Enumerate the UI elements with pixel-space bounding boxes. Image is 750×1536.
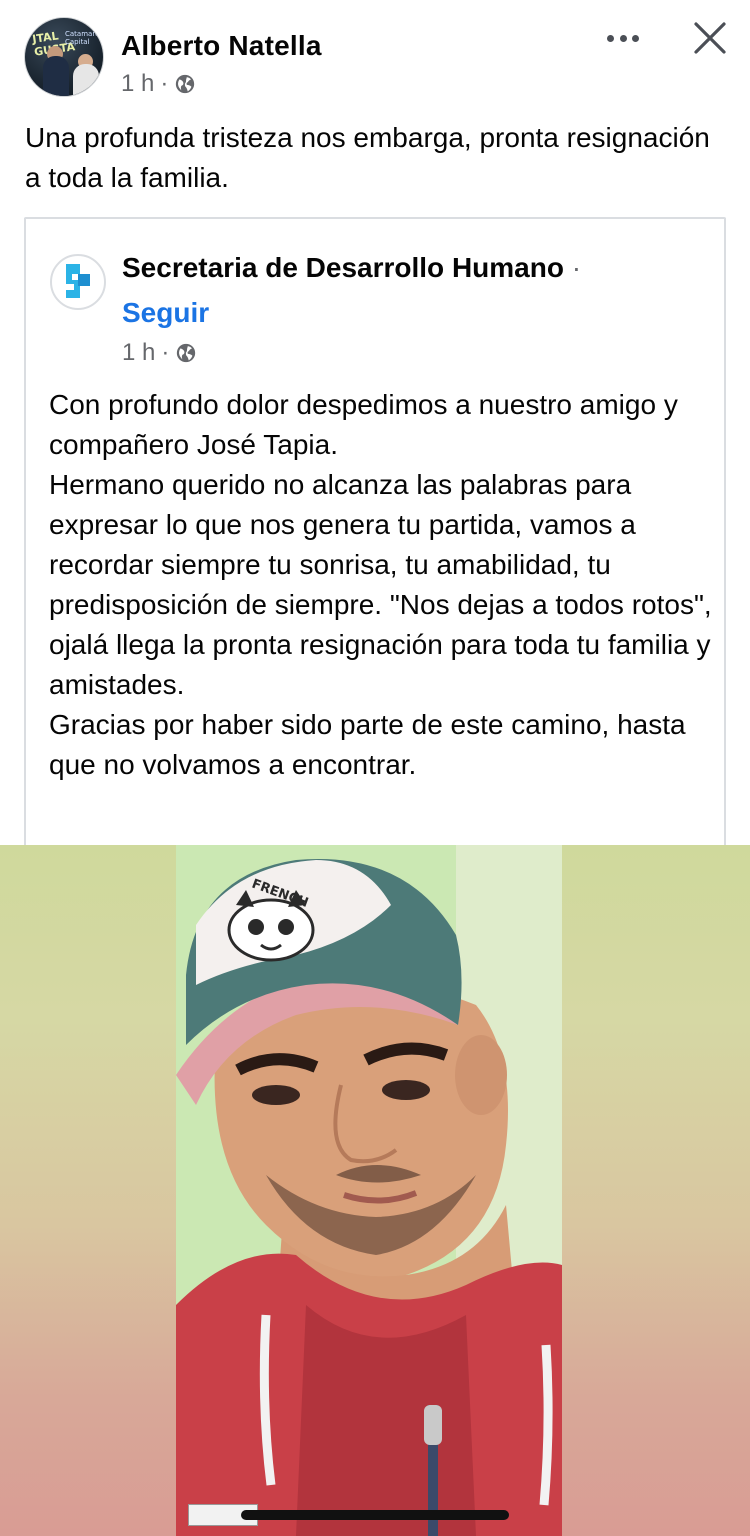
page-name[interactable]: Secretaria de Desarrollo Humano · (122, 252, 581, 284)
shared-post-text: Con profundo dolor despedimos a nuestro … (49, 389, 712, 780)
page-logo-icon (66, 264, 90, 298)
man-portrait-image: FRENCH (176, 845, 562, 1536)
post-time[interactable]: 1 h (121, 70, 154, 98)
author-avatar[interactable]: JTAL GUSTA Catamarca Capital (24, 17, 104, 97)
shared-post-time[interactable]: 1 h (122, 339, 155, 367)
follow-button[interactable]: Seguir (122, 297, 209, 329)
globe-icon (176, 74, 195, 94)
post-text: Una profunda tristeza nos embarga, pront… (25, 122, 710, 193)
page-logo[interactable] (50, 254, 106, 310)
post-meta: 1 h · (121, 70, 196, 98)
globe-icon (177, 343, 196, 363)
portrait-photo: FRENCH (176, 845, 562, 1536)
shared-meta-separator: · (161, 339, 170, 366)
meta-separator: · (160, 70, 169, 97)
close-icon[interactable] (690, 18, 730, 58)
page-name-label: Secretaria de Desarrollo Humano (122, 252, 564, 283)
post-header: JTAL GUSTA Catamarca Capital Alberto Nat… (0, 0, 750, 110)
post-photo[interactable]: FRENCH (0, 845, 750, 1536)
author-name[interactable]: Alberto Natella (121, 30, 322, 62)
more-options-icon[interactable] (603, 25, 643, 51)
shared-post-meta: 1 h · (122, 339, 197, 367)
home-indicator[interactable] (241, 1510, 509, 1520)
shared-post-card[interactable]: Secretaria de Desarrollo Humano · Seguir… (24, 217, 726, 857)
avatar-subtext: Catamarca Capital (65, 30, 104, 46)
name-separator: · (571, 252, 582, 283)
